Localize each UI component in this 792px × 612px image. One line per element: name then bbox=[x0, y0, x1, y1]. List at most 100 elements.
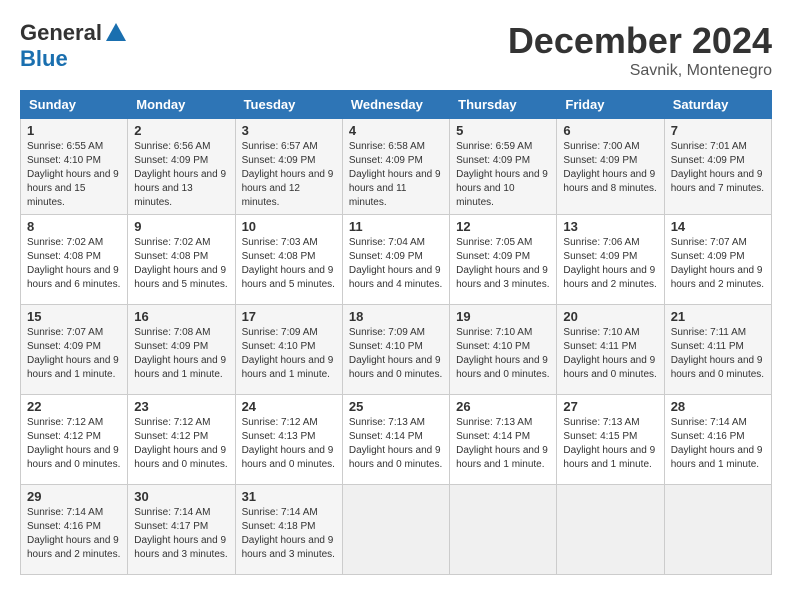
day-cell: 14 Sunrise: 7:07 AMSunset: 4:09 PMDayligh… bbox=[664, 215, 771, 305]
day-info: Sunrise: 6:57 AMSunset: 4:09 PMDaylight … bbox=[242, 140, 336, 210]
day-number: 2 bbox=[134, 123, 228, 138]
logo-general: General bbox=[20, 20, 102, 46]
weekday-header-thursday: Thursday bbox=[450, 91, 557, 119]
day-number: 25 bbox=[349, 399, 443, 414]
day-cell: 10 Sunrise: 7:03 AMSunset: 4:08 PMDayligh… bbox=[235, 215, 342, 305]
day-info: Sunrise: 7:13 AMSunset: 4:15 PMDaylight … bbox=[563, 416, 657, 472]
day-number: 15 bbox=[27, 309, 121, 324]
day-info: Sunrise: 7:12 AMSunset: 4:13 PMDaylight … bbox=[242, 416, 336, 472]
day-number: 20 bbox=[563, 309, 657, 324]
weekday-header-saturday: Saturday bbox=[664, 91, 771, 119]
day-number: 1 bbox=[27, 123, 121, 138]
title-block: December 2024 Savnik, Montenegro bbox=[508, 20, 772, 80]
day-cell: 25 Sunrise: 7:13 AMSunset: 4:14 PMDayligh… bbox=[342, 395, 449, 485]
day-number: 30 bbox=[134, 489, 228, 504]
day-cell: 31 Sunrise: 7:14 AMSunset: 4:18 PMDayligh… bbox=[235, 485, 342, 575]
page-header: General Blue December 2024 Savnik, Monte… bbox=[20, 20, 772, 80]
day-number: 22 bbox=[27, 399, 121, 414]
day-number: 14 bbox=[671, 219, 765, 234]
day-cell: 20 Sunrise: 7:10 AMSunset: 4:11 PMDayligh… bbox=[557, 305, 664, 395]
day-cell: 30 Sunrise: 7:14 AMSunset: 4:17 PMDayligh… bbox=[128, 485, 235, 575]
day-info: Sunrise: 7:09 AMSunset: 4:10 PMDaylight … bbox=[242, 326, 336, 382]
day-cell: 19 Sunrise: 7:10 AMSunset: 4:10 PMDayligh… bbox=[450, 305, 557, 395]
day-info: Sunrise: 7:01 AMSunset: 4:09 PMDaylight … bbox=[671, 140, 765, 196]
day-number: 13 bbox=[563, 219, 657, 234]
day-info: Sunrise: 7:04 AMSunset: 4:09 PMDaylight … bbox=[349, 236, 443, 292]
day-cell: 21 Sunrise: 7:11 AMSunset: 4:11 PMDayligh… bbox=[664, 305, 771, 395]
day-cell: 2 Sunrise: 6:56 AMSunset: 4:09 PMDaylight… bbox=[128, 119, 235, 215]
day-info: Sunrise: 7:05 AMSunset: 4:09 PMDaylight … bbox=[456, 236, 550, 292]
logo-icon bbox=[104, 21, 128, 45]
day-cell: 8Sunrise: 7:02 AMSunset: 4:08 PMDaylight… bbox=[21, 215, 128, 305]
day-number: 28 bbox=[671, 399, 765, 414]
weekday-header-friday: Friday bbox=[557, 91, 664, 119]
month-title: December 2024 bbox=[508, 20, 772, 62]
day-cell: 27 Sunrise: 7:13 AMSunset: 4:15 PMDayligh… bbox=[557, 395, 664, 485]
day-cell bbox=[342, 485, 449, 575]
day-cell: 11Sunrise: 7:04 AMSunset: 4:09 PMDayligh… bbox=[342, 215, 449, 305]
day-cell: 23 Sunrise: 7:12 AMSunset: 4:12 PMDayligh… bbox=[128, 395, 235, 485]
day-cell: 22 Sunrise: 7:12 AMSunset: 4:12 PMDayligh… bbox=[21, 395, 128, 485]
day-cell: 13Sunrise: 7:06 AMSunset: 4:09 PMDayligh… bbox=[557, 215, 664, 305]
day-info: Sunrise: 7:10 AMSunset: 4:10 PMDaylight … bbox=[456, 326, 550, 382]
day-info: Sunrise: 7:08 AMSunset: 4:09 PMDaylight … bbox=[134, 326, 228, 382]
week-row-2: 8Sunrise: 7:02 AMSunset: 4:08 PMDaylight… bbox=[21, 215, 772, 305]
day-number: 23 bbox=[134, 399, 228, 414]
day-number: 21 bbox=[671, 309, 765, 324]
day-cell: 12 Sunrise: 7:05 AMSunset: 4:09 PMDayligh… bbox=[450, 215, 557, 305]
day-info: Sunrise: 7:14 AMSunset: 4:17 PMDaylight … bbox=[134, 506, 228, 562]
calendar-table: SundayMondayTuesdayWednesdayThursdayFrid… bbox=[20, 90, 772, 575]
day-cell: 3 Sunrise: 6:57 AMSunset: 4:09 PMDaylight… bbox=[235, 119, 342, 215]
day-info: Sunrise: 6:59 AMSunset: 4:09 PMDaylight … bbox=[456, 140, 550, 210]
day-cell bbox=[450, 485, 557, 575]
day-cell: 24 Sunrise: 7:12 AMSunset: 4:13 PMDayligh… bbox=[235, 395, 342, 485]
week-row-1: 1 Sunrise: 6:55 AMSunset: 4:10 PMDaylight… bbox=[21, 119, 772, 215]
day-number: 12 bbox=[456, 219, 550, 234]
day-info: Sunrise: 6:58 AMSunset: 4:09 PMDaylight … bbox=[349, 140, 443, 210]
day-info: Sunrise: 6:55 AMSunset: 4:10 PMDaylight … bbox=[27, 140, 121, 210]
day-info: Sunrise: 7:13 AMSunset: 4:14 PMDaylight … bbox=[349, 416, 443, 472]
day-number: 24 bbox=[242, 399, 336, 414]
day-info: Sunrise: 7:14 AMSunset: 4:16 PMDaylight … bbox=[27, 506, 121, 562]
day-number: 19 bbox=[456, 309, 550, 324]
day-number: 3 bbox=[242, 123, 336, 138]
day-number: 29 bbox=[27, 489, 121, 504]
day-cell: 1 Sunrise: 6:55 AMSunset: 4:10 PMDaylight… bbox=[21, 119, 128, 215]
day-info: Sunrise: 7:14 AMSunset: 4:16 PMDaylight … bbox=[671, 416, 765, 472]
day-number: 10 bbox=[242, 219, 336, 234]
day-number: 4 bbox=[349, 123, 443, 138]
day-number: 31 bbox=[242, 489, 336, 504]
day-number: 18 bbox=[349, 309, 443, 324]
day-number: 27 bbox=[563, 399, 657, 414]
day-cell: 4 Sunrise: 6:58 AMSunset: 4:09 PMDaylight… bbox=[342, 119, 449, 215]
day-info: Sunrise: 7:00 AMSunset: 4:09 PMDaylight … bbox=[563, 140, 657, 196]
day-number: 26 bbox=[456, 399, 550, 414]
weekday-header-sunday: Sunday bbox=[21, 91, 128, 119]
day-cell: 16Sunrise: 7:08 AMSunset: 4:09 PMDayligh… bbox=[128, 305, 235, 395]
day-info: Sunrise: 7:07 AMSunset: 4:09 PMDaylight … bbox=[671, 236, 765, 292]
day-number: 6 bbox=[563, 123, 657, 138]
day-info: Sunrise: 7:11 AMSunset: 4:11 PMDaylight … bbox=[671, 326, 765, 382]
day-cell: 28 Sunrise: 7:14 AMSunset: 4:16 PMDayligh… bbox=[664, 395, 771, 485]
day-info: Sunrise: 7:12 AMSunset: 4:12 PMDaylight … bbox=[134, 416, 228, 472]
logo: General Blue bbox=[20, 20, 128, 72]
day-info: Sunrise: 6:56 AMSunset: 4:09 PMDaylight … bbox=[134, 140, 228, 210]
day-info: Sunrise: 7:02 AMSunset: 4:08 PMDaylight … bbox=[27, 236, 121, 292]
day-info: Sunrise: 7:14 AMSunset: 4:18 PMDaylight … bbox=[242, 506, 336, 562]
day-info: Sunrise: 7:03 AMSunset: 4:08 PMDaylight … bbox=[242, 236, 336, 292]
day-cell: 5Sunrise: 6:59 AMSunset: 4:09 PMDaylight… bbox=[450, 119, 557, 215]
logo-blue: Blue bbox=[20, 46, 68, 72]
day-info: Sunrise: 7:02 AMSunset: 4:08 PMDaylight … bbox=[134, 236, 228, 292]
day-cell: 29 Sunrise: 7:14 AMSunset: 4:16 PMDayligh… bbox=[21, 485, 128, 575]
weekday-header-wednesday: Wednesday bbox=[342, 91, 449, 119]
day-info: Sunrise: 7:12 AMSunset: 4:12 PMDaylight … bbox=[27, 416, 121, 472]
day-cell: 6 Sunrise: 7:00 AMSunset: 4:09 PMDaylight… bbox=[557, 119, 664, 215]
day-cell: 7 Sunrise: 7:01 AMSunset: 4:09 PMDaylight… bbox=[664, 119, 771, 215]
week-row-5: 29 Sunrise: 7:14 AMSunset: 4:16 PMDayligh… bbox=[21, 485, 772, 575]
day-number: 7 bbox=[671, 123, 765, 138]
weekday-header-tuesday: Tuesday bbox=[235, 91, 342, 119]
week-row-3: 15Sunrise: 7:07 AMSunset: 4:09 PMDayligh… bbox=[21, 305, 772, 395]
day-cell bbox=[664, 485, 771, 575]
day-info: Sunrise: 7:10 AMSunset: 4:11 PMDaylight … bbox=[563, 326, 657, 382]
day-number: 9 bbox=[134, 219, 228, 234]
